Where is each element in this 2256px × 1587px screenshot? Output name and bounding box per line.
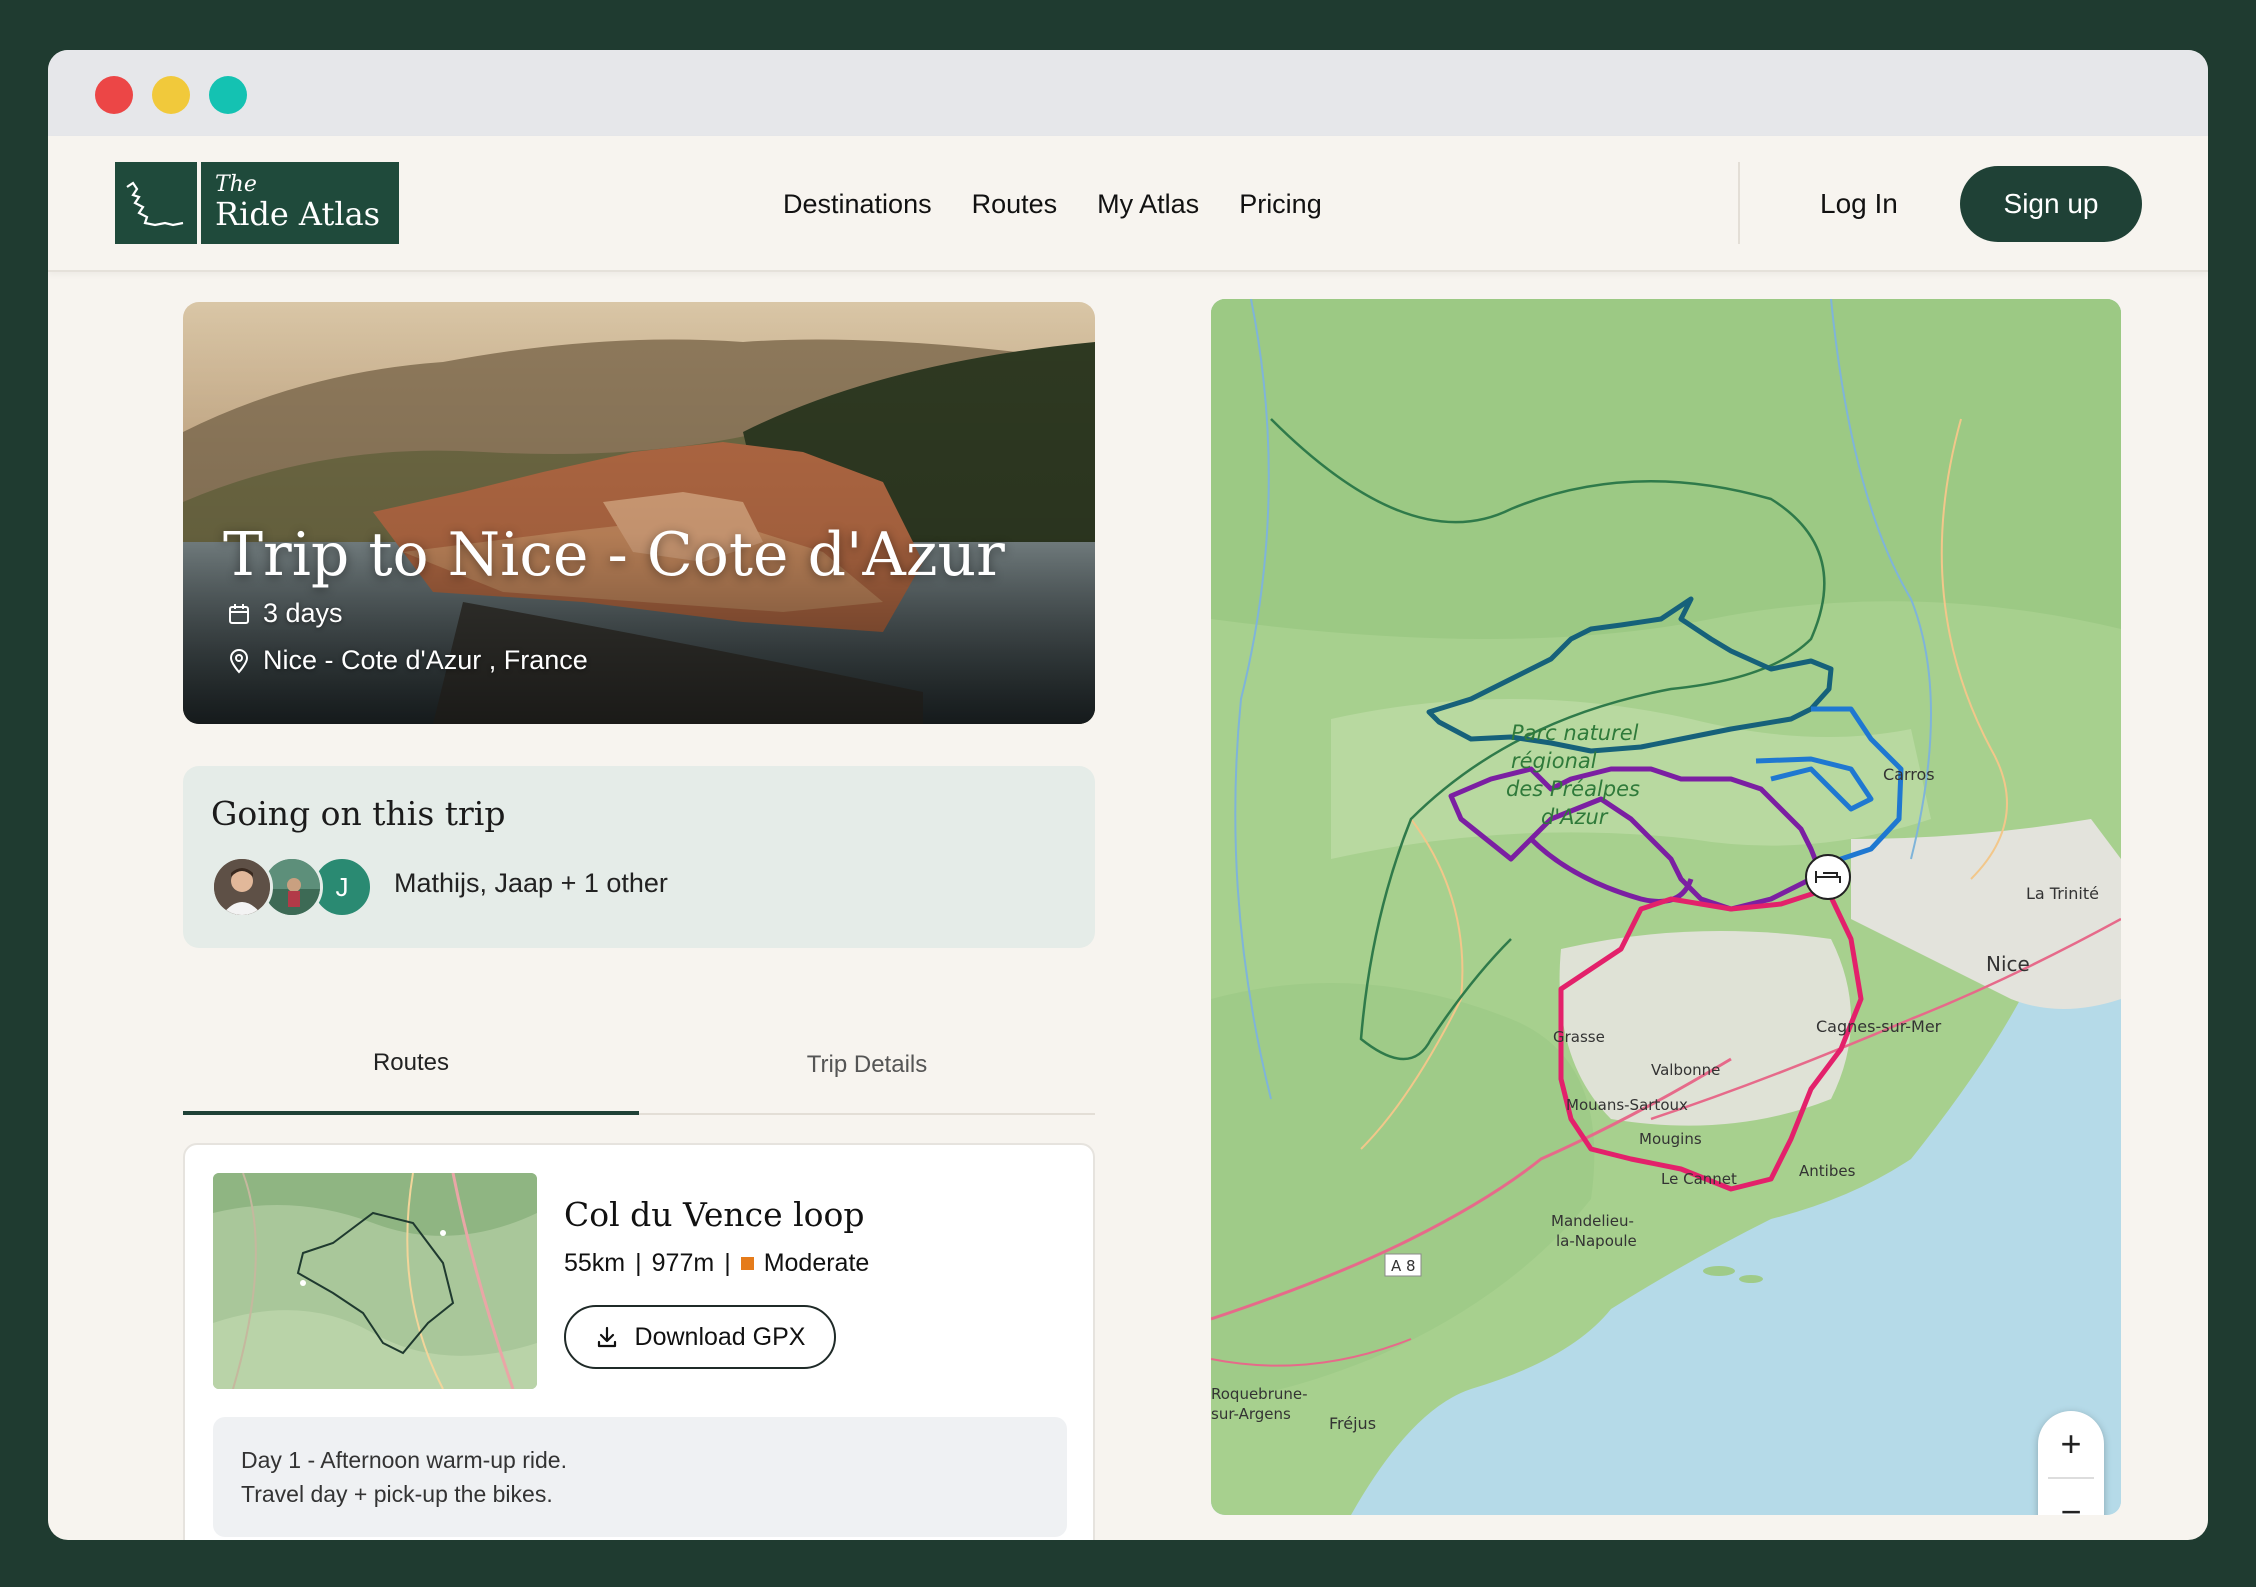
map-label-parc2: régional <box>1511 749 1597 773</box>
zoom-window-button[interactable] <box>209 76 247 114</box>
map-label-carros: Carros <box>1883 765 1935 784</box>
trip-map[interactable]: Parc naturel régional des Préalpes d'Azu… <box>1211 299 2121 1515</box>
coastline-logo-icon <box>115 162 197 244</box>
nav-divider <box>1738 162 1740 244</box>
nav-my-atlas[interactable]: My Atlas <box>1097 189 1199 220</box>
stat-divider: | <box>724 1249 731 1277</box>
trip-location: Nice - Cote d'Azur , France <box>227 645 588 676</box>
map-label-a8: A 8 <box>1391 1257 1416 1275</box>
trip-duration: 3 days <box>227 598 343 629</box>
map-label-frejus: Fréjus <box>1329 1414 1376 1433</box>
map-label-antibes: Antibes <box>1799 1162 1856 1180</box>
window-titlebar <box>48 50 2208 136</box>
map-zoom-controls: + − <box>2038 1411 2104 1515</box>
zoom-in-button[interactable]: + <box>2038 1411 2104 1477</box>
brand-logo[interactable]: The Ride Atlas <box>115 162 399 244</box>
zoom-out-button[interactable]: − <box>2038 1479 2104 1515</box>
nav-destinations[interactable]: Destinations <box>783 189 932 220</box>
map-label-cagnes: Cagnes-sur-Mer <box>1816 1017 1942 1036</box>
stat-divider: | <box>635 1249 642 1277</box>
difficulty-indicator <box>740 1257 754 1270</box>
participant-avatars[interactable]: J <box>211 856 381 920</box>
trip-location-label: Nice - Cote d'Azur , France <box>263 645 588 675</box>
trip-hero-card: Trip to Nice - Cote d'Azur 3 days Nice -… <box>183 302 1095 724</box>
map-label-valbonne: Valbonne <box>1651 1061 1720 1079</box>
map-label-mougins: Mougins <box>1639 1130 1702 1148</box>
brand-wordmark: The Ride Atlas <box>201 162 399 244</box>
map-label-parc4: d'Azur <box>1541 805 1609 829</box>
map-label-parc1: Parc naturel <box>1511 721 1639 745</box>
map-label-nice: Nice <box>1986 952 2030 976</box>
map-label-mandelieu1: Mandelieu- <box>1551 1212 1634 1230</box>
trip-tabs: Routes Trip Details <box>183 1015 1095 1115</box>
map-label-mouans: Mouans-Sartoux <box>1566 1096 1688 1114</box>
browser-window: The Ride Atlas Destinations Routes My At… <box>48 50 2208 1540</box>
map-label-parc3: des Préalpes <box>1506 777 1640 801</box>
close-window-button[interactable] <box>95 76 133 114</box>
download-gpx-label: Download GPX <box>634 1322 806 1351</box>
route-distance: 55km <box>564 1249 626 1277</box>
brand-the: The <box>215 172 257 197</box>
avatar-mathijs[interactable] <box>211 856 273 918</box>
route-difficulty: Moderate <box>763 1249 870 1277</box>
nav-routes[interactable]: Routes <box>972 189 1058 220</box>
trip-duration-label: 3 days <box>263 598 343 628</box>
download-gpx-button[interactable]: Download GPX <box>564 1305 836 1369</box>
route-card[interactable]: Col du Vence loop 55km | 977m | Moderate… <box>183 1143 1095 1540</box>
nav-pricing[interactable]: Pricing <box>1239 189 1322 220</box>
map-label-cannet: Le Cannet <box>1661 1170 1737 1188</box>
signup-button[interactable]: Sign up <box>1960 166 2142 242</box>
route-note-line1: Day 1 - Afternoon warm-up ride. <box>241 1447 567 1473</box>
map-label-grasse: Grasse <box>1553 1028 1605 1046</box>
download-icon <box>597 1326 616 1348</box>
calendar-icon <box>229 603 249 624</box>
location-pin-icon <box>229 648 249 674</box>
participants-title: Going on this trip <box>211 794 506 833</box>
map-label-mandelieu2: la-Napoule <box>1556 1232 1637 1250</box>
brand-name: Ride Atlas <box>215 195 381 233</box>
route-title[interactable]: Col du Vence loop <box>564 1195 865 1234</box>
tab-trip-details[interactable]: Trip Details <box>639 1015 1095 1115</box>
map-label-roquebrune2: sur-Argens <box>1211 1405 1291 1423</box>
minimize-window-button[interactable] <box>152 76 190 114</box>
participants-names: Mathijs, Jaap + 1 other <box>394 868 668 898</box>
map-label-trinite: La Trinité <box>2026 884 2099 903</box>
route-thumbnail-map[interactable] <box>213 1173 537 1389</box>
top-navbar: The Ride Atlas Destinations Routes My At… <box>48 136 2208 272</box>
map-canvas[interactable]: Parc naturel régional des Préalpes d'Azu… <box>1211 299 2121 1515</box>
main-nav: Destinations Routes My Atlas Pricing <box>783 136 1322 272</box>
login-link[interactable]: Log In <box>1820 136 1898 272</box>
map-label-roquebrune1: Roquebrune- <box>1211 1385 1308 1403</box>
route-stats: 55km | 977m | Moderate <box>564 1249 869 1278</box>
participants-card: Going on this trip J Mathijs, Jaap + 1 o… <box>183 766 1095 948</box>
tab-routes[interactable]: Routes <box>183 1015 639 1115</box>
route-note-line2: Travel day + pick-up the bikes. <box>241 1481 553 1507</box>
route-elevation: 977m <box>651 1249 715 1277</box>
trip-title: Trip to Nice - Cote d'Azur <box>223 520 1005 590</box>
route-note: Day 1 - Afternoon warm-up ride. Travel d… <box>213 1417 1067 1537</box>
